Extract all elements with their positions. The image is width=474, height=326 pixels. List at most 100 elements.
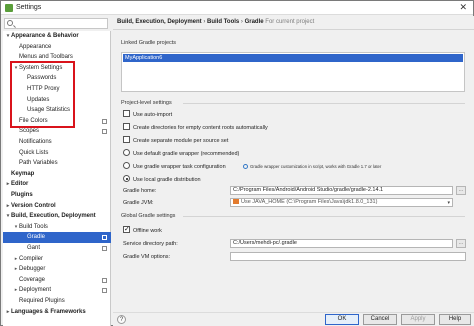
offline-work-checkbox[interactable]: Offline work <box>123 225 162 236</box>
breadcrumb-part: Gradle <box>244 19 264 25</box>
sidebar-item[interactable]: ▸ Languages & Frameworks <box>3 307 111 318</box>
settings-window: Settings ✕ ▾ Appearance & Behavior Appeara… <box>0 0 474 326</box>
checkbox-label: Create directories for empty content roo… <box>133 125 268 131</box>
breadcrumb-separator: › <box>203 19 206 25</box>
auto-import-checkbox[interactable]: Use auto-import <box>123 110 172 120</box>
ok-button[interactable]: OK <box>325 314 359 325</box>
gradle-home-label: Gradle home: <box>123 188 157 194</box>
gradle-jvm-value: Use JAVA_HOME (C:\Program Files\Java\jdk… <box>241 199 378 205</box>
radio-label: Use local gradle distribution <box>133 177 201 183</box>
project-settings-label: Project-level settings <box>121 100 172 106</box>
sidebar-item-label: Menus and Toolbars <box>19 54 73 61</box>
service-dir-field[interactable]: C:/Users/mehdi-pc/.gradle <box>230 239 453 248</box>
global-settings-label: Global Gradle settings <box>121 213 176 219</box>
checkbox-label: Offline work <box>133 228 162 234</box>
sidebar-item[interactable]: ▾ Build, Execution, Deployment <box>3 211 111 222</box>
linked-projects-label: Linked Gradle projects <box>121 40 177 46</box>
java-icon <box>233 199 239 205</box>
sidebar-item[interactable]: Coverage <box>3 275 111 286</box>
breadcrumb-separator: › <box>240 19 243 25</box>
config-icon <box>102 246 107 251</box>
linked-project-item[interactable]: MyApplication6 <box>123 54 463 62</box>
chevron-down-icon[interactable]: ▾ <box>447 200 450 206</box>
sidebar-item[interactable]: Quick Lists <box>3 148 111 159</box>
current-project-note: For current project <box>265 19 315 25</box>
sidebar-item[interactable]: Gradle <box>3 232 111 243</box>
sidebar-item[interactable]: Keymap <box>3 169 111 180</box>
sidebar-item-label: Editor <box>11 181 29 188</box>
linked-projects-list[interactable]: MyApplication6 <box>121 52 465 92</box>
create-dirs-checkbox[interactable]: Create directories for empty content roo… <box>123 123 268 133</box>
sidebar-item-label: Quick Lists <box>19 149 49 156</box>
divider <box>113 29 474 30</box>
gradle-jvm-label: Gradle JVM: <box>123 200 154 206</box>
gradle-home-browse-button[interactable]: ... <box>456 186 466 195</box>
highlight-box <box>10 61 75 128</box>
create-module-checkbox[interactable]: Create separate module per source set <box>123 136 228 146</box>
hint-text: Gradle wrapper customization in script, … <box>250 164 382 169</box>
sidebar-item-label: Path Variables <box>19 160 58 167</box>
sidebar-item[interactable]: Path Variables <box>3 158 111 169</box>
help-icon[interactable]: ? <box>117 315 126 324</box>
gradle-home-field[interactable]: C:/Program Files/Android/Android Studio/… <box>230 186 453 195</box>
search-icon <box>7 20 13 26</box>
sidebar-item-label: Plugins <box>11 192 33 198</box>
breadcrumb: Build, Execution, Deployment › Build Too… <box>117 19 314 25</box>
config-icon <box>102 118 107 124</box>
sidebar-item-label: Gradle <box>27 234 46 241</box>
sidebar-item[interactable]: Plugins <box>3 190 111 201</box>
dialog-footer: ? OK Cancel Apply Help <box>113 312 474 326</box>
gradle-jvm-select[interactable]: Use JAVA_HOME (C:\Program Files\Java\jdk… <box>230 198 453 207</box>
title-bar: Settings ✕ <box>1 1 473 15</box>
config-icon <box>102 129 107 135</box>
sidebar-item[interactable]: ▸ Compiler <box>3 254 111 265</box>
sidebar-item-label: Required Plugins <box>19 298 65 304</box>
sidebar-item[interactable]: ▸ Debugger <box>3 264 111 275</box>
config-icon <box>102 235 107 241</box>
local-distribution-radio[interactable]: Use local gradle distribution <box>123 175 201 185</box>
sidebar-item-label: Appearance & Behavior <box>11 33 79 39</box>
wrapper-task-radio[interactable]: Use gradle wrapper task configuration <box>123 162 226 172</box>
close-icon[interactable]: ✕ <box>459 2 467 13</box>
sidebar-item-label: Debugger <box>19 266 46 273</box>
sidebar-item[interactable]: ▾ Build Tools <box>3 222 111 233</box>
sidebar-item[interactable]: Required Plugins <box>3 296 111 307</box>
radio-button[interactable] <box>123 149 130 157</box>
help-button[interactable]: Help <box>439 314 471 325</box>
default-wrapper-radio[interactable]: Use default gradle wrapper (recommended) <box>123 149 239 159</box>
config-icon <box>102 288 107 294</box>
settings-search-input[interactable] <box>4 18 108 29</box>
checkbox-box[interactable] <box>123 136 130 144</box>
sidebar-item[interactable]: ▾ Appearance & Behavior <box>3 31 111 42</box>
checkbox-box[interactable] <box>123 110 130 118</box>
vm-options-label: Gradle VM options: <box>123 254 171 260</box>
settings-app-icon <box>5 4 13 12</box>
sidebar-item[interactable]: Notifications <box>3 137 111 148</box>
vm-options-field[interactable] <box>230 252 466 261</box>
sidebar-item[interactable]: Gant <box>3 243 111 254</box>
sidebar-item-label: Build Tools <box>19 223 48 230</box>
sidebar-item-label: Compiler <box>19 255 44 262</box>
gradle-settings-panel: Build, Execution, Deployment › Build Too… <box>113 16 474 312</box>
checkbox-box[interactable] <box>123 225 130 234</box>
checkbox-box[interactable] <box>123 123 130 131</box>
sidebar-item[interactable]: ▸ Version Control <box>3 201 111 212</box>
radio-label: Use gradle wrapper task configuration <box>133 164 226 170</box>
cancel-button[interactable]: Cancel <box>363 314 397 325</box>
sidebar-item[interactable]: ▸ Deployment <box>3 285 111 296</box>
config-icon <box>102 277 107 283</box>
apply-button[interactable]: Apply <box>401 314 435 325</box>
sidebar-item[interactable]: Appearance <box>3 42 111 53</box>
sidebar-item-label: Keymap <box>11 170 35 177</box>
service-dir-browse-button[interactable]: ... <box>456 239 466 248</box>
divider <box>183 103 465 104</box>
sidebar-item-label: Languages & Frameworks <box>11 308 86 315</box>
breadcrumb-part: Build Tools <box>207 19 240 25</box>
breadcrumb-part: Build, Execution, Deployment <box>117 19 202 25</box>
divider <box>183 216 465 217</box>
sidebar-item-label: Notifications <box>19 139 52 145</box>
radio-button[interactable] <box>123 175 130 183</box>
radio-button[interactable] <box>123 162 130 170</box>
sidebar-item-label: Build, Execution, Deployment <box>11 213 96 220</box>
sidebar-item[interactable]: ▸ Editor <box>3 179 111 190</box>
